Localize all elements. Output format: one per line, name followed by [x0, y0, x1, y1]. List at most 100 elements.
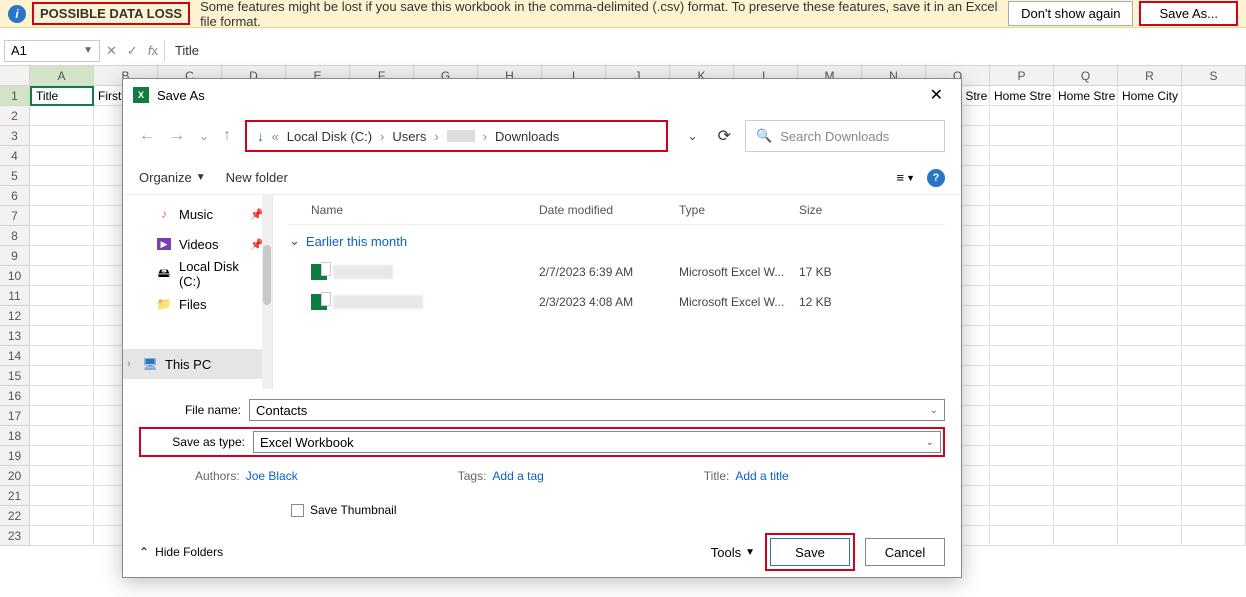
- back-arrow-icon[interactable]: ←: [139, 127, 155, 145]
- cell-S22[interactable]: [1182, 506, 1246, 526]
- cell-P11[interactable]: [990, 286, 1054, 306]
- cell-S8[interactable]: [1182, 226, 1246, 246]
- cancel-button[interactable]: Cancel: [865, 538, 945, 566]
- row-header-4[interactable]: 4: [0, 146, 30, 166]
- bc-redacted[interactable]: [447, 130, 475, 142]
- cell-P7[interactable]: [990, 206, 1054, 226]
- new-folder-button[interactable]: New folder: [226, 170, 288, 185]
- cell-A13[interactable]: [30, 326, 94, 346]
- row-header-20[interactable]: 20: [0, 466, 30, 486]
- cell-A5[interactable]: [30, 166, 94, 186]
- cell-Q12[interactable]: [1054, 306, 1118, 326]
- cell-R23[interactable]: [1118, 526, 1182, 546]
- cell-S10[interactable]: [1182, 266, 1246, 286]
- up-arrow-icon[interactable]: ↑: [223, 127, 231, 145]
- chevron-down-icon[interactable]: ▼: [83, 45, 93, 56]
- breadcrumb[interactable]: ↓ « Local Disk (C:) › Users › › Download…: [245, 120, 667, 152]
- cell-Q4[interactable]: [1054, 146, 1118, 166]
- cell-A3[interactable]: [30, 126, 94, 146]
- title-value[interactable]: Add a title: [735, 469, 788, 483]
- cell-S5[interactable]: [1182, 166, 1246, 186]
- cell-P1[interactable]: Home Stre: [990, 86, 1054, 106]
- cell-S12[interactable]: [1182, 306, 1246, 326]
- cell-P23[interactable]: [990, 526, 1054, 546]
- cell-P2[interactable]: [990, 106, 1054, 126]
- row-header-19[interactable]: 19: [0, 446, 30, 466]
- cell-R17[interactable]: [1118, 406, 1182, 426]
- file-row[interactable]: 2/7/2023 6:39 AM Microsoft Excel W... 17…: [289, 257, 945, 287]
- cell-A6[interactable]: [30, 186, 94, 206]
- chevron-down-icon[interactable]: ⌄: [199, 129, 209, 143]
- cell-S3[interactable]: [1182, 126, 1246, 146]
- col-header-Q[interactable]: Q: [1054, 66, 1118, 85]
- cell-S21[interactable]: [1182, 486, 1246, 506]
- cell-R12[interactable]: [1118, 306, 1182, 326]
- cell-Q23[interactable]: [1054, 526, 1118, 546]
- row-header-2[interactable]: 2: [0, 106, 30, 126]
- cell-Q16[interactable]: [1054, 386, 1118, 406]
- cell-Q1[interactable]: Home Stre: [1054, 86, 1118, 106]
- cell-S9[interactable]: [1182, 246, 1246, 266]
- col-header-P[interactable]: P: [990, 66, 1054, 85]
- cell-Q13[interactable]: [1054, 326, 1118, 346]
- checkbox[interactable]: [291, 504, 304, 517]
- cell-Q18[interactable]: [1054, 426, 1118, 446]
- bc-overflow[interactable]: «: [272, 129, 279, 144]
- cell-S15[interactable]: [1182, 366, 1246, 386]
- name-box[interactable]: A1 ▼: [4, 40, 100, 62]
- cell-R16[interactable]: [1118, 386, 1182, 406]
- cell-R8[interactable]: [1118, 226, 1182, 246]
- col-header-A[interactable]: A: [30, 66, 94, 85]
- chevron-right-icon[interactable]: ›: [127, 358, 131, 370]
- cell-S19[interactable]: [1182, 446, 1246, 466]
- cell-S14[interactable]: [1182, 346, 1246, 366]
- cell-Q8[interactable]: [1054, 226, 1118, 246]
- tools-button[interactable]: Tools ▼: [711, 545, 755, 560]
- row-header-17[interactable]: 17: [0, 406, 30, 426]
- cell-P19[interactable]: [990, 446, 1054, 466]
- cell-Q11[interactable]: [1054, 286, 1118, 306]
- save-thumbnail-row[interactable]: Save Thumbnail: [139, 483, 945, 527]
- chevron-down-icon[interactable]: ⌄: [926, 437, 934, 448]
- cell-A22[interactable]: [30, 506, 94, 526]
- cell-A18[interactable]: [30, 426, 94, 446]
- sidebar-item-files[interactable]: 📁 Files: [123, 289, 272, 319]
- cell-Q19[interactable]: [1054, 446, 1118, 466]
- chevron-down-icon[interactable]: ⌄: [930, 405, 938, 416]
- savetype-input[interactable]: Excel Workbook ⌄: [253, 431, 941, 453]
- cell-Q20[interactable]: [1054, 466, 1118, 486]
- cell-R4[interactable]: [1118, 146, 1182, 166]
- cell-A1[interactable]: Title: [30, 86, 94, 106]
- cell-R3[interactable]: [1118, 126, 1182, 146]
- cell-A12[interactable]: [30, 306, 94, 326]
- sidebar-item-videos[interactable]: ▶ Videos 📌: [123, 229, 272, 259]
- save-as-button[interactable]: Save As...: [1139, 1, 1238, 26]
- cell-S20[interactable]: [1182, 466, 1246, 486]
- cell-R9[interactable]: [1118, 246, 1182, 266]
- cell-Q15[interactable]: [1054, 366, 1118, 386]
- cell-R1[interactable]: Home City: [1118, 86, 1182, 106]
- cell-A8[interactable]: [30, 226, 94, 246]
- search-input[interactable]: 🔍 Search Downloads: [745, 120, 945, 152]
- organize-button[interactable]: Organize ▼: [139, 170, 206, 185]
- row-header-18[interactable]: 18: [0, 426, 30, 446]
- row-header-14[interactable]: 14: [0, 346, 30, 366]
- cell-S7[interactable]: [1182, 206, 1246, 226]
- cell-P17[interactable]: [990, 406, 1054, 426]
- cell-P12[interactable]: [990, 306, 1054, 326]
- cell-R2[interactable]: [1118, 106, 1182, 126]
- file-row[interactable]: 2/3/2023 4:08 AM Microsoft Excel W... 12…: [289, 287, 945, 317]
- cell-A20[interactable]: [30, 466, 94, 486]
- authors-value[interactable]: Joe Black: [246, 469, 298, 483]
- cell-A15[interactable]: [30, 366, 94, 386]
- cell-P6[interactable]: [990, 186, 1054, 206]
- cell-R20[interactable]: [1118, 466, 1182, 486]
- bc-seg[interactable]: Downloads: [495, 129, 559, 144]
- cell-A10[interactable]: [30, 266, 94, 286]
- row-header-22[interactable]: 22: [0, 506, 30, 526]
- cell-P20[interactable]: [990, 466, 1054, 486]
- cell-Q9[interactable]: [1054, 246, 1118, 266]
- row-header-15[interactable]: 15: [0, 366, 30, 386]
- cell-A19[interactable]: [30, 446, 94, 466]
- col-name[interactable]: Name: [289, 203, 539, 217]
